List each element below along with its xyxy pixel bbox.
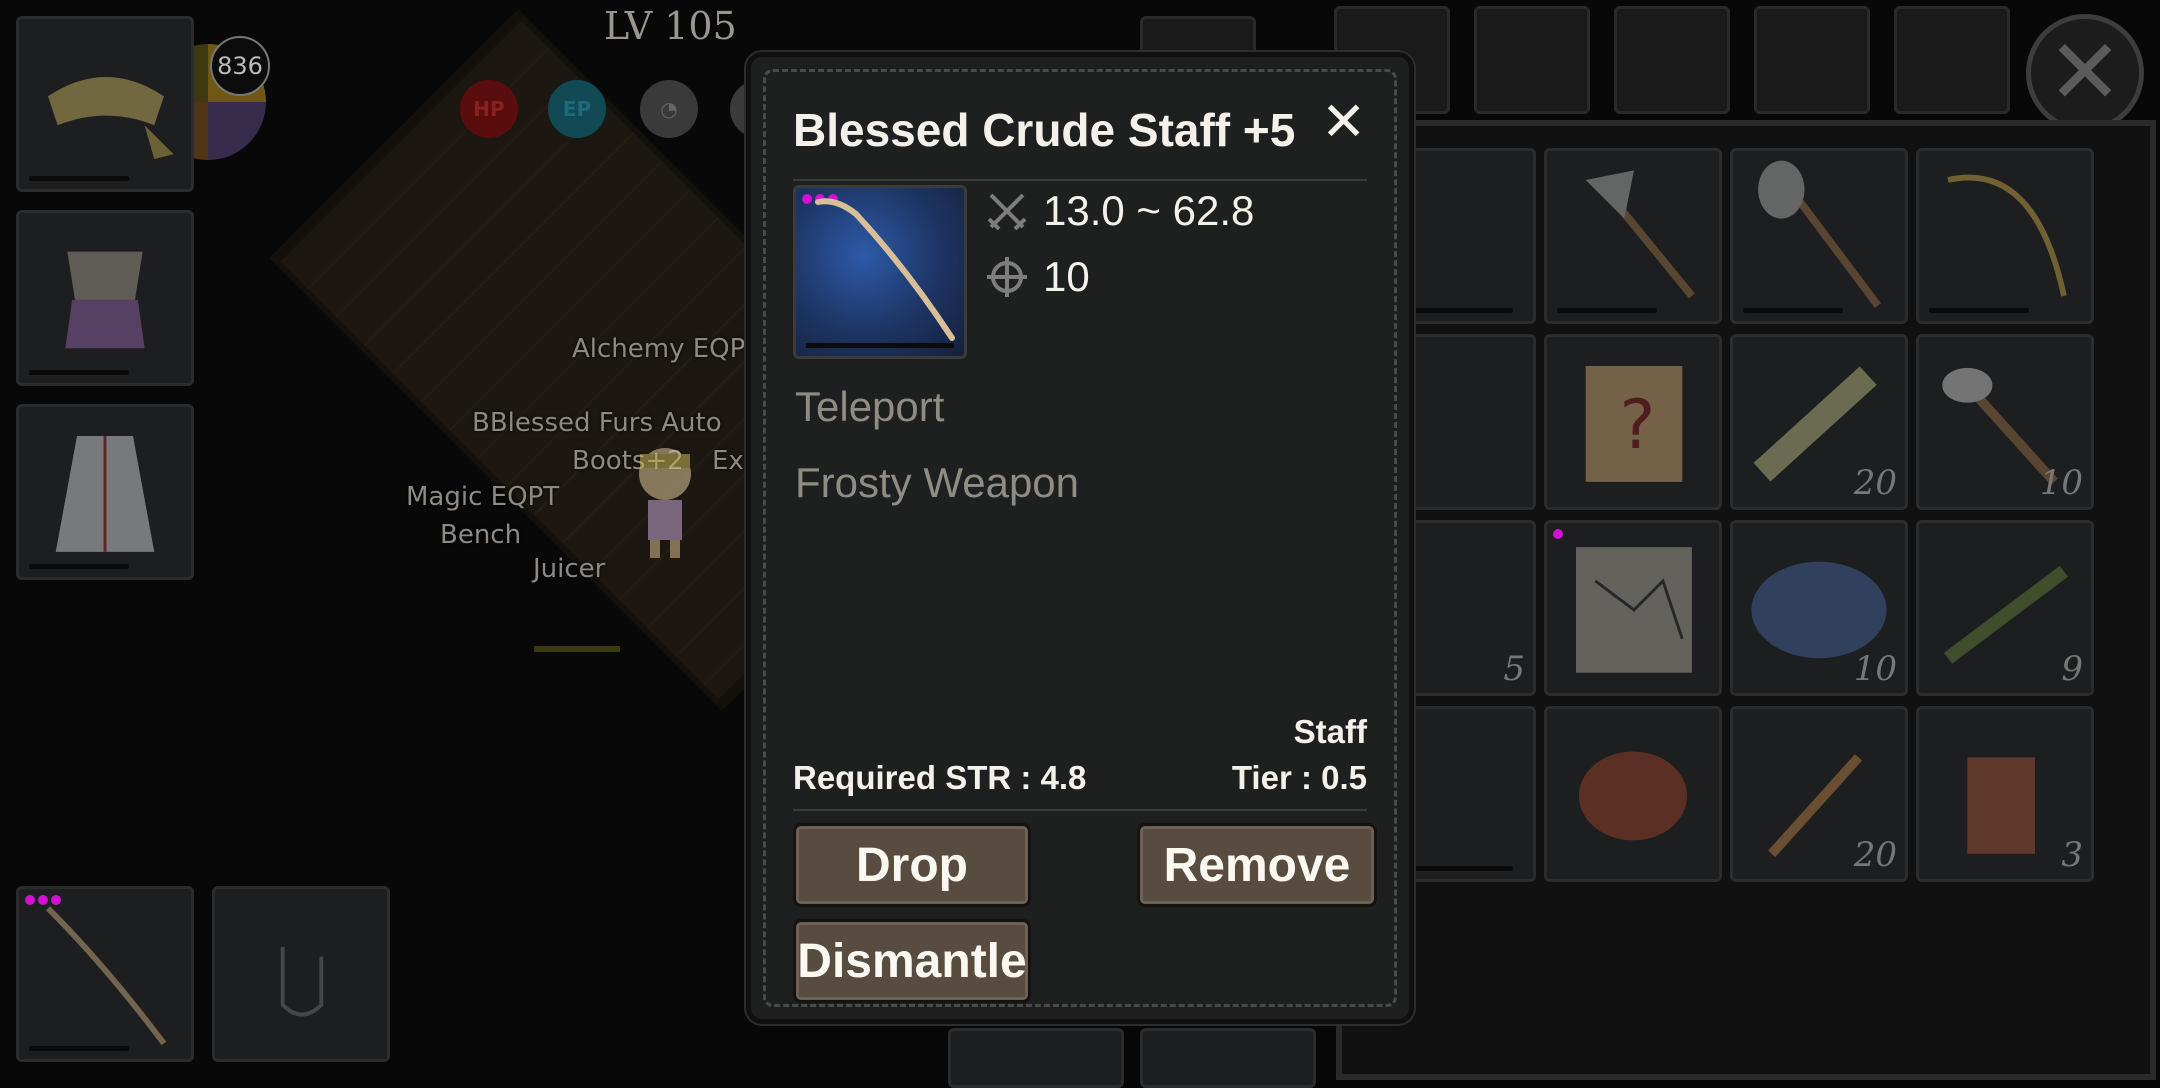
bag-icon-2[interactable] bbox=[1474, 6, 1590, 114]
remove-button[interactable]: Remove bbox=[1137, 823, 1377, 907]
item-title: Blessed Crude Staff +5 bbox=[793, 104, 1296, 156]
bottom-slot-2[interactable] bbox=[1140, 1028, 1316, 1088]
inv-slot-dynamite[interactable]: 3 bbox=[1916, 706, 2094, 882]
inv-slot-herb[interactable]: 9 bbox=[1916, 520, 2094, 696]
ep-label: EP bbox=[562, 97, 592, 121]
thirst-icon[interactable]: ◔ bbox=[640, 80, 698, 138]
map-label-bench: Bench bbox=[440, 520, 522, 550]
map-label-alchemy: Alchemy EQP bbox=[572, 334, 746, 364]
inv-slot-sleeping-bag[interactable]: 10 bbox=[1730, 520, 1908, 696]
ability-frosty-weapon: Frosty Weapon bbox=[795, 459, 1080, 506]
map-label-ex: Ex bbox=[712, 446, 744, 476]
durability-bar bbox=[29, 176, 129, 181]
inv-slot-club[interactable]: 10 bbox=[1916, 334, 2094, 510]
equip-slot-coat[interactable] bbox=[16, 404, 194, 580]
durability-bar bbox=[29, 370, 129, 375]
durability-bar bbox=[806, 343, 954, 348]
item-detail-dialog: Blessed Crude Staff +5 ✕ 13.0 ~ 62.8 10 … bbox=[746, 52, 1414, 1024]
title-divider bbox=[793, 179, 1367, 181]
map-label-juicer: Juicer bbox=[533, 554, 606, 584]
player-character bbox=[639, 448, 691, 558]
bandana-icon bbox=[48, 76, 174, 160]
crosshair-icon bbox=[987, 257, 1027, 297]
item-count: 20 bbox=[1853, 835, 1897, 875]
inv-slot-map[interactable] bbox=[1544, 520, 1722, 696]
staff-icon bbox=[45, 906, 167, 1046]
mystery-scroll-icon: ? bbox=[1585, 365, 1683, 482]
item-count: 9 bbox=[2061, 649, 2083, 689]
shovel-icon bbox=[1758, 160, 1882, 308]
staff-icon bbox=[815, 198, 955, 341]
item-tier: Tier : 0.5 bbox=[1231, 759, 1367, 796]
durability-bar bbox=[29, 1046, 129, 1051]
bottom-slot-1[interactable] bbox=[948, 1028, 1124, 1088]
gauge-value: 836 bbox=[210, 36, 270, 96]
axe-icon bbox=[1585, 170, 1695, 299]
bag-icon-3[interactable] bbox=[1614, 6, 1730, 114]
inv-slot-axe[interactable] bbox=[1544, 148, 1722, 324]
hp-icon[interactable]: HP bbox=[460, 80, 518, 138]
item-count: 5 bbox=[1503, 649, 1525, 689]
inv-slot-log[interactable]: 5 bbox=[1400, 520, 1536, 696]
crossed-swords-icon bbox=[987, 193, 1027, 231]
map-label-blessed: BBlessed Furs Auto bbox=[472, 408, 722, 438]
footer-divider bbox=[793, 809, 1367, 811]
dismantle-button[interactable]: Dismantle bbox=[793, 919, 1031, 1003]
bag-icon-5[interactable] bbox=[1894, 6, 2010, 114]
hp-label: HP bbox=[473, 97, 505, 121]
close-inventory-button[interactable]: ✕ bbox=[2026, 14, 2144, 132]
inv-slot-fishing-rod[interactable] bbox=[1916, 148, 2094, 324]
ability-teleport: Teleport bbox=[795, 383, 945, 430]
armor-icon bbox=[65, 251, 145, 349]
inv-slot-staff[interactable] bbox=[1400, 334, 1536, 510]
weapon-slot[interactable] bbox=[16, 886, 194, 1062]
damage-value: 13.0 ~ 62.8 bbox=[1043, 187, 1255, 234]
item-count: 3 bbox=[2061, 835, 2083, 875]
equip-slot-head[interactable] bbox=[16, 16, 194, 192]
item-preview bbox=[793, 185, 967, 359]
player-level: LV 105 bbox=[604, 4, 737, 48]
coat-icon bbox=[55, 435, 155, 552]
ep-icon[interactable]: EP bbox=[548, 80, 606, 138]
item-count: 10 bbox=[1853, 649, 1897, 689]
bag-icon-4[interactable] bbox=[1754, 6, 1870, 114]
inv-slot-meat[interactable] bbox=[1544, 706, 1722, 882]
accuracy-value: 10 bbox=[1043, 253, 1090, 300]
inv-slot-shovel[interactable] bbox=[1730, 148, 1908, 324]
durability-bar bbox=[29, 564, 129, 569]
close-icon[interactable]: ✕ bbox=[1321, 95, 1366, 149]
hand-icon bbox=[280, 946, 324, 1017]
item-count: 20 bbox=[1853, 463, 1897, 503]
map-icon bbox=[1576, 547, 1692, 673]
accuracy-stat: 10 bbox=[985, 253, 1090, 301]
inv-slot-grass-bundle[interactable]: 20 bbox=[1730, 334, 1908, 510]
svg-text:?: ? bbox=[1619, 385, 1655, 464]
weapon-type: Staff bbox=[1293, 713, 1367, 750]
inv-slot-scroll[interactable]: ? bbox=[1544, 334, 1722, 510]
inv-slot-pickaxe[interactable] bbox=[1400, 148, 1536, 324]
required-str: Required STR : 4.8 bbox=[793, 759, 1087, 796]
damage-stat: 13.0 ~ 62.8 bbox=[985, 187, 1254, 235]
item-count: 10 bbox=[2039, 463, 2083, 503]
fishing-rod-icon bbox=[1947, 174, 2067, 297]
progress-bar bbox=[534, 646, 620, 652]
inv-slot-branch[interactable]: 20 bbox=[1730, 706, 1908, 882]
offhand-slot[interactable] bbox=[212, 886, 390, 1062]
inv-slot-staff-2[interactable] bbox=[1400, 706, 1536, 882]
equip-slot-body[interactable] bbox=[16, 210, 194, 386]
meat-icon bbox=[1578, 751, 1688, 841]
map-label-magic: Magic EQPT bbox=[406, 482, 560, 512]
drop-button[interactable]: Drop bbox=[793, 823, 1031, 907]
